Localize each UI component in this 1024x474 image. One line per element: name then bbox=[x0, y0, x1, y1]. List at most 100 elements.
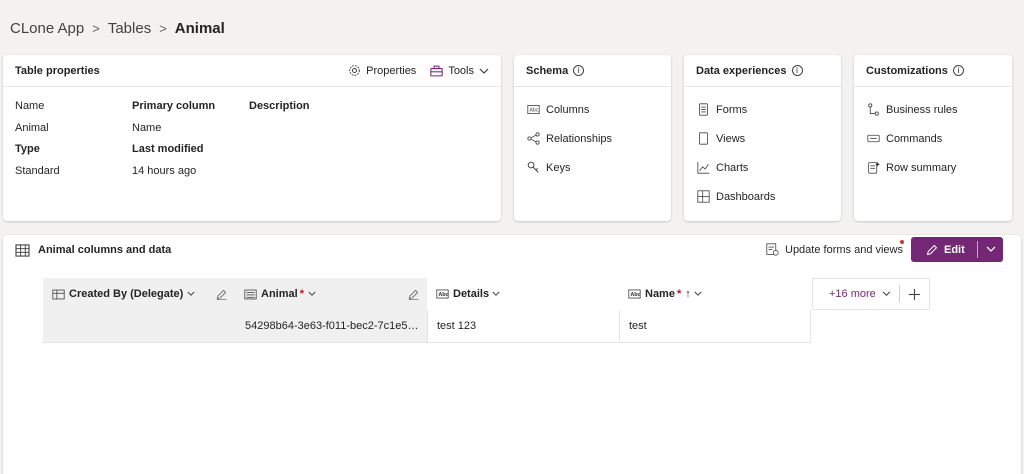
info-icon[interactable]: i bbox=[573, 65, 585, 76]
info-icon[interactable]: i bbox=[952, 65, 964, 76]
more-columns-label: +16 more bbox=[829, 288, 876, 300]
edit-split-button[interactable]: Edit bbox=[911, 237, 1003, 262]
customizations-card: Customizations i Business rules Commands… bbox=[854, 55, 1012, 221]
data-experiences-item-charts[interactable]: Charts bbox=[696, 153, 829, 182]
locked-edit-icon bbox=[216, 289, 227, 300]
properties-button[interactable]: Properties bbox=[348, 64, 416, 77]
prop-description-label: Description bbox=[249, 100, 310, 112]
chevron-down-icon bbox=[479, 68, 489, 74]
properties-label: Properties bbox=[366, 64, 417, 77]
schema-item-keys[interactable]: Keys bbox=[526, 153, 659, 182]
text-field-icon: Abc bbox=[628, 289, 641, 299]
row-summary-icon bbox=[866, 161, 880, 175]
table-cell-animal[interactable]: 54298b64-3e63-f011-bec2-7c1e5… bbox=[235, 310, 427, 343]
customizations-title: Customizations bbox=[866, 64, 948, 77]
column-header-details[interactable]: Abc Details bbox=[427, 278, 619, 310]
schema-card: Schema i Abc Columns Relationships Keys bbox=[514, 55, 671, 221]
data-experiences-title: Data experiences bbox=[696, 64, 787, 77]
table-properties-title: Table properties bbox=[15, 64, 100, 77]
tools-label: Tools bbox=[448, 64, 474, 77]
prop-name-value: Animal bbox=[15, 122, 49, 134]
svg-text:Abc: Abc bbox=[438, 292, 448, 298]
data-experiences-header: Data experiences i bbox=[684, 55, 841, 87]
text-column-icon bbox=[244, 289, 257, 299]
breadcrumb: CLone App > Tables > Animal bbox=[10, 20, 225, 37]
edit-dropdown-button[interactable] bbox=[978, 246, 1003, 253]
edit-button[interactable]: Edit bbox=[911, 244, 977, 256]
tools-button[interactable]: Tools bbox=[430, 65, 489, 77]
data-experiences-card: Data experiences i Forms Views Charts Da… bbox=[684, 55, 841, 221]
schema-item-columns[interactable]: Abc Columns bbox=[526, 95, 659, 124]
toolbox-icon bbox=[430, 65, 444, 76]
breadcrumb-tables[interactable]: Tables bbox=[108, 20, 151, 37]
more-columns-group: +16 more bbox=[812, 278, 930, 310]
lookup-icon bbox=[52, 289, 65, 299]
customizations-item-business-rules[interactable]: Business rules bbox=[866, 95, 1000, 124]
data-experiences-item-views[interactable]: Views bbox=[696, 124, 829, 153]
key-icon bbox=[526, 161, 540, 175]
column-header-animal[interactable]: Animal * bbox=[235, 278, 427, 310]
edit-label: Edit bbox=[944, 243, 965, 256]
chevron-down-icon bbox=[492, 291, 500, 296]
svg-text:Abc: Abc bbox=[630, 292, 640, 298]
data-experiences-item-label: Dashboards bbox=[716, 190, 776, 203]
chevron-down-icon bbox=[882, 291, 891, 297]
data-experiences-item-dashboards[interactable]: Dashboards bbox=[696, 182, 829, 211]
info-icon[interactable]: i bbox=[791, 65, 803, 76]
more-columns-button[interactable]: +16 more bbox=[813, 288, 899, 300]
columns-icon: Abc bbox=[526, 103, 540, 117]
customizations-item-row-summary[interactable]: Row summary bbox=[866, 153, 1000, 182]
text-field-icon: Abc bbox=[436, 289, 449, 299]
column-header-created-by[interactable]: Created By (Delegate) bbox=[43, 278, 235, 310]
table-properties-header: Table properties Properties Tools bbox=[3, 55, 501, 87]
update-forms-icon bbox=[766, 243, 779, 256]
form-icon bbox=[696, 103, 710, 117]
update-forms-button[interactable]: Update forms and views bbox=[766, 243, 903, 256]
schema-title: Schema bbox=[526, 64, 569, 77]
customizations-item-label: Business rules bbox=[886, 103, 958, 116]
pencil-icon bbox=[926, 244, 938, 255]
table-icon bbox=[15, 243, 30, 257]
table-cell-name[interactable]: test bbox=[619, 310, 811, 343]
prop-type-value: Standard bbox=[15, 165, 60, 177]
table-cell-created-by[interactable] bbox=[43, 310, 235, 343]
column-header-name[interactable]: Abc Name * ↑ bbox=[619, 278, 811, 310]
columns-data-header: Animal columns and data bbox=[15, 241, 171, 259]
columns-data-title: Animal columns and data bbox=[38, 244, 172, 256]
column-header-label: Details bbox=[453, 288, 490, 300]
prop-primary-column-value: Name bbox=[132, 122, 162, 134]
relationships-icon bbox=[526, 132, 540, 146]
data-experiences-item-label: Forms bbox=[716, 103, 748, 116]
breadcrumb-current: Animal bbox=[174, 20, 225, 37]
schema-item-label: Relationships bbox=[546, 132, 613, 145]
prop-primary-column-label: Primary column bbox=[132, 100, 216, 112]
breadcrumb-app[interactable]: CLone App bbox=[10, 20, 84, 37]
schema-header: Schema i bbox=[514, 55, 671, 87]
required-indicator: * bbox=[299, 288, 304, 300]
column-header-label: Created By (Delegate) bbox=[69, 288, 184, 300]
data-experiences-item-label: Charts bbox=[716, 161, 749, 174]
data-experiences-item-label: Views bbox=[716, 132, 746, 145]
chevron-right-icon: > bbox=[92, 21, 100, 36]
chevron-down-icon bbox=[986, 246, 995, 252]
required-indicator: * bbox=[676, 288, 682, 300]
chart-icon bbox=[696, 161, 710, 175]
sort-ascending-icon: ↑ bbox=[685, 288, 691, 300]
table-properties-card: Table properties Properties Tools Name A… bbox=[3, 55, 501, 221]
schema-item-relationships[interactable]: Relationships bbox=[526, 124, 659, 153]
plus-icon bbox=[908, 288, 921, 300]
data-experiences-item-forms[interactable]: Forms bbox=[696, 95, 829, 124]
customizations-item-label: Row summary bbox=[886, 161, 957, 174]
locked-edit-icon bbox=[408, 289, 419, 300]
view-icon bbox=[696, 132, 710, 146]
dashboard-icon bbox=[696, 190, 710, 204]
update-forms-label: Update forms and views bbox=[785, 243, 903, 256]
chevron-down-icon bbox=[308, 291, 316, 296]
table-cell-details[interactable]: test 123 bbox=[427, 310, 619, 343]
column-header-label: Name bbox=[645, 288, 675, 300]
customizations-item-commands[interactable]: Commands bbox=[866, 124, 1000, 153]
add-column-button[interactable] bbox=[900, 288, 929, 301]
notification-dot bbox=[900, 240, 904, 244]
commands-icon bbox=[866, 132, 880, 146]
prop-name-label: Name bbox=[15, 100, 45, 112]
